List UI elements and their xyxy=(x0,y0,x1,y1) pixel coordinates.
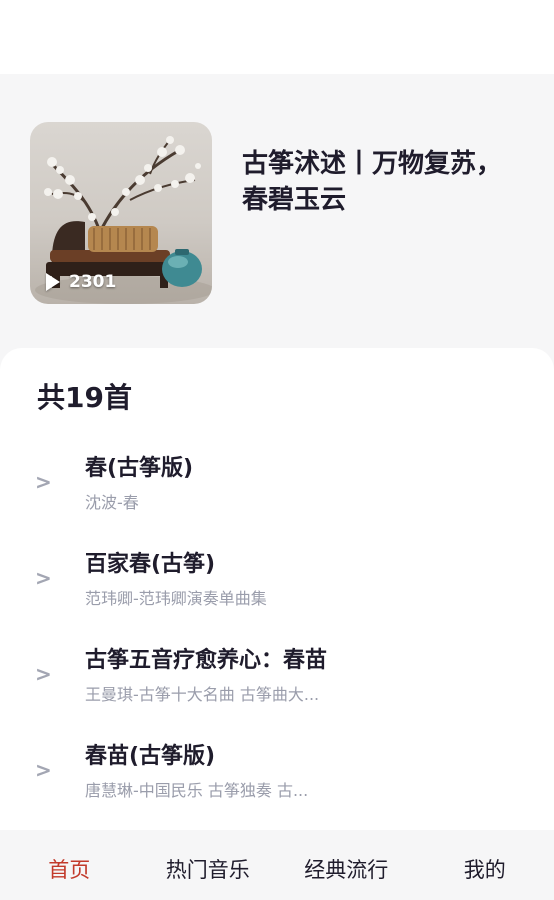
song-title: 春(古筝版) xyxy=(85,456,194,481)
song-title: 古筝五音疗愈养心：春苗 xyxy=(85,648,328,673)
song-count: 共19首 xyxy=(37,381,132,414)
song-subtitle: 沈波-春 xyxy=(85,493,139,512)
song-title: 春苗(古筝版) xyxy=(85,744,216,769)
play-icon xyxy=(46,273,60,291)
song-subtitle: 唐慧琳-中国民乐 古筝独奏 古... xyxy=(85,781,309,800)
chevron-right-icon: > xyxy=(35,758,52,782)
song-title: 百家春(古筝) xyxy=(85,552,216,577)
song-subtitle: 范玮卿-范玮卿演奏单曲集 xyxy=(85,589,267,608)
album-header: 2301 古筝沭述丨万物复苏，春碧玉云 xyxy=(0,74,554,364)
tab-home[interactable]: 首页 xyxy=(0,830,139,900)
album-cover[interactable]: 2301 xyxy=(30,122,212,304)
play-count: 2301 xyxy=(46,272,116,292)
tab-mine[interactable]: 我的 xyxy=(416,830,554,900)
song-list-panel: 共19首 > 春(古筝版) 沈波-春 > 百家春(古筝) 范玮卿-范玮卿演奏单曲… xyxy=(0,348,554,830)
song-subtitle: 王曼琪-古筝十大名曲 古筝曲大... xyxy=(85,685,320,704)
play-count-value: 2301 xyxy=(69,272,117,292)
chevron-right-icon: > xyxy=(35,566,52,590)
status-bar xyxy=(0,0,554,74)
bottom-tab-bar: 首页 热门音乐 经典流行 我的 xyxy=(0,830,554,900)
song-item[interactable]: > 古筝五音疗愈养心：春苗 王曼琪-古筝十大名曲 古筝曲大... xyxy=(0,632,554,728)
chevron-right-icon: > xyxy=(35,470,52,494)
song-item[interactable]: > 百家春(古筝) 范玮卿-范玮卿演奏单曲集 xyxy=(0,536,554,632)
tab-classic-pop[interactable]: 经典流行 xyxy=(277,830,416,900)
album-title: 古筝沭述丨万物复苏，春碧玉云 xyxy=(242,149,503,215)
tab-hot-music[interactable]: 热门音乐 xyxy=(139,830,278,900)
chevron-right-icon: > xyxy=(35,662,52,686)
song-item[interactable]: > 春(古筝版) 沈波-春 xyxy=(0,440,554,536)
song-item[interactable]: > 春苗(古筝版) 唐慧琳-中国民乐 古筝独奏 古... xyxy=(0,728,554,824)
